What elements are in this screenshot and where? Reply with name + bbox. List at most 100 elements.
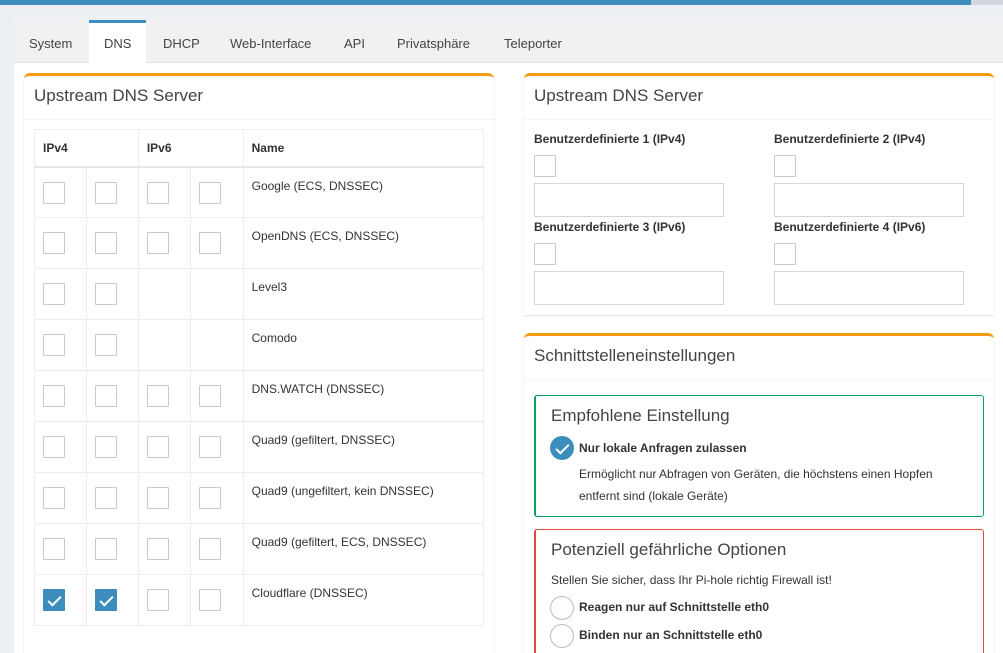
checkbox-cell: [85, 319, 139, 371]
checkbox-cell: [34, 472, 87, 524]
ipv4-secondary-checkbox[interactable]: [94, 589, 117, 611]
checkbox-cell: [190, 166, 244, 218]
ipv6-secondary-checkbox[interactable]: [199, 232, 222, 254]
checkbox-cell: [85, 472, 139, 524]
ipv4-primary-checkbox[interactable]: [43, 436, 65, 458]
ipv6-secondary-checkbox[interactable]: [199, 436, 222, 458]
table-row: Level3: [34, 268, 485, 320]
checkbox-cell: [85, 370, 139, 422]
ipv4-secondary-checkbox[interactable]: [94, 232, 117, 254]
tab-teleporter[interactable]: Teleporter: [489, 20, 577, 63]
custom-4-input[interactable]: [774, 271, 964, 305]
ipv6-secondary-checkbox[interactable]: [199, 589, 222, 611]
dns-provider-name: Quad9 (gefiltert, ECS, DNSSEC): [242, 523, 485, 575]
checkbox-cell: [85, 574, 139, 626]
ipv6-primary-checkbox[interactable]: [146, 232, 169, 254]
ipv4-primary-checkbox[interactable]: [43, 334, 65, 356]
table-row: Google (ECS, DNSSEC): [34, 166, 485, 218]
ipv6-secondary-checkbox[interactable]: [199, 181, 222, 204]
ipv6-secondary-checkbox[interactable]: [199, 487, 222, 509]
ipv4-primary-checkbox[interactable]: [43, 589, 65, 611]
checkbox-cell: [137, 217, 192, 269]
checkbox-cell: [137, 370, 192, 422]
custom-1-checkbox[interactable]: [534, 155, 556, 177]
ipv6-primary-checkbox[interactable]: [146, 385, 169, 407]
ipv6-primary-checkbox[interactable]: [146, 538, 169, 560]
custom-2-checkbox[interactable]: [774, 155, 796, 177]
tab-system[interactable]: System: [14, 20, 87, 63]
upstream-dns-title: Upstream DNS Server: [34, 86, 204, 105]
table-row: Quad9 (gefiltert, ECS, DNSSEC): [34, 523, 485, 575]
ipv4-secondary-checkbox[interactable]: [94, 334, 117, 356]
ipv4-secondary-checkbox[interactable]: [94, 385, 117, 407]
interface-settings-title: Schnittstelleneinstellungen: [534, 346, 736, 365]
ipv4-secondary-checkbox[interactable]: [94, 436, 117, 458]
ipv4-primary-checkbox[interactable]: [43, 487, 65, 509]
custom-4-checkbox[interactable]: [774, 243, 796, 265]
checkbox-cell: [137, 574, 192, 626]
checkbox-cell: [34, 319, 87, 371]
ipv4-secondary-checkbox[interactable]: [94, 538, 117, 560]
custom-2-label: Benutzerdefinierte 2 (IPv4): [774, 132, 926, 146]
header-name: Name: [242, 129, 485, 168]
ipv4-primary-checkbox[interactable]: [43, 232, 65, 254]
ipv4-primary-checkbox[interactable]: [43, 538, 65, 560]
checkbox-cell: [190, 319, 244, 371]
checkbox-cell: [137, 421, 192, 473]
ipv4-primary-checkbox[interactable]: [43, 385, 65, 407]
checkbox-cell: [85, 166, 139, 218]
local-only-radio[interactable]: [550, 436, 574, 460]
custom-3-input[interactable]: [534, 271, 724, 305]
local-only-description: Ermöglicht nur Abfragen von Geräten, die…: [579, 463, 979, 507]
ipv4-primary-checkbox[interactable]: [43, 181, 65, 204]
custom-1-label: Benutzerdefinierte 1 (IPv4): [534, 132, 686, 146]
upstream-dns-box: Upstream DNS Server IPv4 IPv6 Name Googl…: [24, 73, 494, 653]
ipv6-secondary-checkbox[interactable]: [199, 385, 222, 407]
tab-privatsphaere[interactable]: Privatsphäre: [382, 20, 485, 63]
ipv4-secondary-checkbox[interactable]: [94, 181, 117, 204]
tab-dhcp[interactable]: DHCP: [148, 20, 215, 63]
checkbox-cell: [85, 523, 139, 575]
tab-web-interface[interactable]: Web-Interface: [215, 20, 326, 63]
checkbox-cell: [190, 268, 244, 320]
local-only-desc-line-1: Ermöglicht nur Abfragen von Geräten, die…: [579, 467, 933, 481]
checkbox-cell: [34, 217, 87, 269]
eth0-respond-label: Reagen nur auf Schnittstelle eth0: [579, 600, 769, 614]
tab-dns[interactable]: DNS: [89, 20, 147, 64]
eth0-bind-radio[interactable]: [550, 624, 574, 648]
ipv4-primary-checkbox[interactable]: [43, 283, 65, 305]
table-row: Comodo: [34, 319, 485, 371]
upstream-dns-rows: Google (ECS, DNSSEC) OpenDNS (ECS, DNSSEC…: [34, 166, 485, 626]
table-row: Quad9 (ungefiltert, kein DNSSEC): [34, 472, 485, 524]
custom-3-checkbox[interactable]: [534, 243, 556, 265]
ipv4-secondary-checkbox[interactable]: [94, 283, 117, 305]
custom-2-input[interactable]: [774, 183, 964, 217]
checkbox-cell: [34, 421, 87, 473]
custom-1-input[interactable]: [534, 183, 724, 217]
table-row: Cloudflare (DNSSEC): [34, 574, 485, 626]
dns-provider-name: DNS.WATCH (DNSSEC): [242, 370, 485, 422]
eth0-respond-radio[interactable]: [550, 596, 574, 620]
checkbox-cell: [190, 574, 244, 626]
settings-tabbar: System DNS DHCP Web-Interface API Privat…: [14, 20, 1003, 64]
checkbox-cell: [190, 370, 244, 422]
box-header-divider: [524, 119, 994, 120]
ipv6-primary-checkbox[interactable]: [146, 487, 169, 509]
checkbox-cell: [137, 319, 192, 371]
dns-provider-name: Comodo: [242, 319, 485, 371]
custom-4-label: Benutzerdefinierte 4 (IPv6): [774, 220, 926, 234]
table-row: DNS.WATCH (DNSSEC): [34, 370, 485, 422]
ipv6-primary-checkbox[interactable]: [146, 589, 169, 611]
header-ipv6: IPv6: [137, 129, 244, 168]
ipv6-primary-checkbox[interactable]: [146, 436, 169, 458]
box-header-divider: [24, 119, 494, 120]
custom-3-label: Benutzerdefinierte 3 (IPv6): [534, 220, 686, 234]
table-row: Quad9 (gefiltert, DNSSEC): [34, 421, 485, 473]
ipv6-secondary-checkbox[interactable]: [199, 538, 222, 560]
checkbox-cell: [34, 370, 87, 422]
ipv4-secondary-checkbox[interactable]: [94, 487, 117, 509]
ipv6-primary-checkbox[interactable]: [146, 181, 169, 204]
tab-api[interactable]: API: [329, 20, 380, 63]
custom-upstream-box: Upstream DNS Server Benutzerdefinierte 1…: [524, 73, 994, 315]
checkbox-cell: [34, 523, 87, 575]
